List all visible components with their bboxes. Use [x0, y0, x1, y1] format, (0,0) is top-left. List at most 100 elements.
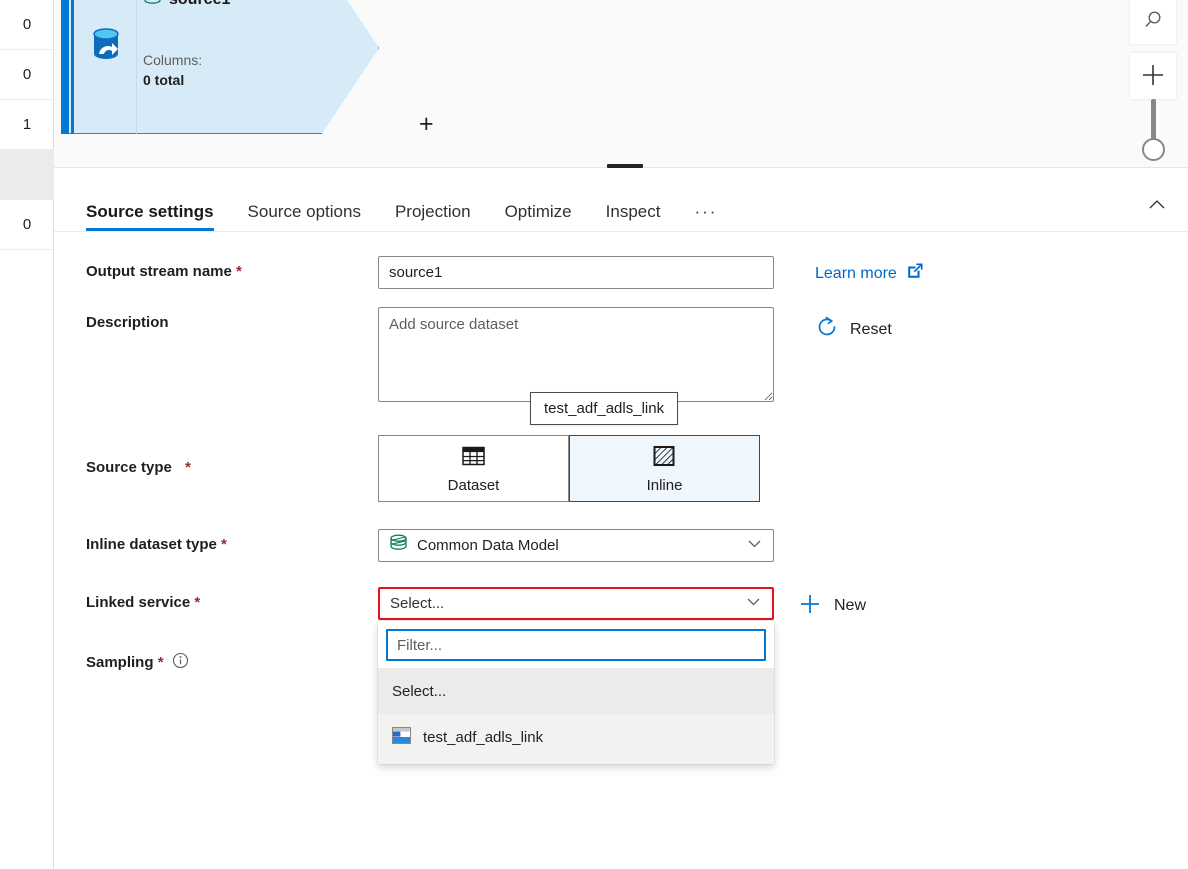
linked-service-value: Select... — [390, 595, 445, 612]
label-text: Linked service — [86, 594, 191, 611]
node-columns-label: Columns: — [143, 52, 203, 68]
reset-label: Reset — [850, 320, 892, 338]
inline-dataset-type-combobox[interactable]: Common Data Model — [378, 529, 774, 562]
required-marker: * — [221, 536, 227, 553]
refresh-icon — [815, 315, 839, 344]
node-title-text: source1 — [169, 0, 230, 9]
gutter-row[interactable]: 0 — [0, 200, 54, 250]
linked-service-control: Select... New Filter... Select... test_a… — [378, 587, 866, 764]
node-columns-value: 0 total — [143, 72, 185, 89]
sampling-label: Sampling * — [54, 645, 378, 673]
tab-overflow-button[interactable]: ··· — [694, 203, 717, 231]
learn-more-link[interactable]: Learn more — [815, 262, 924, 285]
tab-optimize[interactable]: Optimize — [505, 203, 572, 231]
label-text: Output stream name — [86, 263, 232, 280]
canvas-search-button[interactable] — [1130, 0, 1176, 44]
chevron-down-icon — [746, 535, 763, 557]
data-flow-canvas[interactable]: source1 Columns: 0 total + — [54, 0, 1188, 168]
chevron-down-icon — [745, 593, 762, 615]
gutter-row-value: 0 — [22, 216, 32, 233]
panel-tabbar: Source settings Source options Projectio… — [54, 169, 1188, 232]
required-marker: * — [236, 263, 242, 280]
external-link-icon — [906, 262, 924, 285]
plus-icon — [1140, 62, 1166, 91]
field-output-stream-name: Output stream name * Learn more — [54, 256, 1188, 289]
linked-service-dropdown: Select... — [378, 621, 774, 764]
gutter-row-value: 0 — [22, 66, 32, 83]
panel-resize-handle[interactable] — [607, 164, 643, 168]
database-arrow-icon — [89, 27, 123, 69]
label-text: Description — [86, 314, 169, 331]
new-linked-service-button[interactable]: New — [798, 592, 866, 620]
node-columns-info: Columns: 0 total — [143, 50, 230, 91]
source-settings-form: Output stream name * Learn more — [54, 232, 1188, 764]
required-marker: * — [185, 459, 191, 476]
canvas-zoom-in-button[interactable] — [1130, 53, 1176, 99]
label-text: Inline dataset type — [86, 536, 217, 553]
tab-projection[interactable]: Projection — [395, 203, 471, 231]
required-marker: * — [194, 594, 201, 611]
tab-source-options[interactable]: Source options — [248, 203, 361, 231]
gutter-row-selected[interactable] — [0, 150, 54, 200]
linked-service-icon — [392, 726, 411, 748]
search-icon — [1142, 9, 1164, 34]
field-source-type: Source type * Dataset Inline — [54, 435, 1188, 502]
gutter-row[interactable] — [0, 250, 54, 300]
node-body: source1 Columns: 0 total — [143, 0, 230, 91]
dropdown-filter-wrap — [378, 621, 774, 668]
inline-dataset-type-value: Common Data Model — [417, 537, 559, 554]
dropdown-option-label: Select... — [392, 682, 447, 700]
output-stream-name-control: Learn more — [378, 256, 923, 289]
inline-dataset-type-value-wrap: Common Data Model — [389, 534, 746, 557]
field-linked-service: Linked service * Select... New Filter...… — [54, 587, 1188, 764]
source-type-toggle-group: Dataset Inline — [378, 435, 760, 502]
source-type-option-dataset[interactable]: Dataset — [378, 435, 569, 502]
source-type-control: Dataset Inline — [378, 435, 760, 502]
gutter-row[interactable]: 0 — [0, 0, 54, 50]
node-title-row: source1 — [143, 0, 230, 12]
panel-collapse-button[interactable] — [1140, 189, 1174, 223]
inline-dataset-type-control: Common Data Model — [378, 529, 774, 562]
gutter-row[interactable]: 1 — [0, 100, 54, 150]
common-data-model-icon — [143, 0, 162, 12]
row-number-gutter: 0 0 1 0 — [0, 0, 54, 869]
dropdown-option-label: test_adf_adls_link — [423, 728, 544, 746]
node-accent-bar — [61, 0, 69, 134]
gutter-row-value: 0 — [22, 16, 32, 33]
dropdown-option-list: Select... test_adf_adls_link — [378, 668, 774, 764]
source-type-label: Source type * — [54, 435, 378, 476]
dropdown-filter-input[interactable] — [386, 629, 766, 661]
add-next-step-button[interactable]: + — [419, 112, 434, 137]
common-data-model-icon — [389, 534, 408, 557]
output-stream-name-label: Output stream name * — [54, 256, 378, 280]
gutter-row[interactable]: 0 — [0, 50, 54, 100]
source-node-card[interactable]: source1 Columns: 0 total — [61, 0, 379, 134]
source-type-option-inline[interactable]: Inline — [569, 435, 760, 502]
zoom-slider-handle[interactable] — [1142, 138, 1165, 161]
reset-button[interactable]: Reset — [815, 315, 892, 344]
chevron-up-icon — [1147, 195, 1167, 218]
description-label: Description — [54, 307, 378, 331]
table-grid-icon — [461, 444, 486, 472]
dropdown-option-test-adf-adls-link[interactable]: test_adf_adls_link — [378, 714, 774, 760]
linked-service-combobox[interactable]: Select... — [378, 587, 774, 620]
properties-panel: Source settings Source options Projectio… — [54, 164, 1188, 869]
required-marker: * — [157, 654, 164, 671]
output-stream-name-input[interactable] — [378, 256, 774, 289]
new-label: New — [834, 597, 867, 614]
label-text: Sampling — [86, 654, 154, 671]
learn-more-label: Learn more — [815, 264, 897, 282]
label-text: Source type — [86, 459, 172, 476]
source-type-inline-label: Inline — [646, 476, 683, 494]
info-circle-icon[interactable] — [172, 652, 189, 673]
gutter-row-value: 1 — [22, 116, 32, 133]
hatched-square-icon — [652, 444, 677, 472]
dropdown-option-select[interactable]: Select... — [378, 668, 774, 714]
inline-dataset-type-label: Inline dataset type * — [54, 529, 378, 553]
data-flow-source-settings-screen: 0 0 1 0 Columns: 0 total + Source settin… — [0, 0, 1188, 869]
source-type-dataset-label: Dataset — [447, 476, 500, 494]
description-textarea[interactable] — [378, 307, 774, 402]
tab-inspect[interactable]: Inspect — [606, 203, 661, 231]
tab-source-settings[interactable]: Source settings — [86, 203, 214, 231]
plus-icon — [798, 592, 822, 620]
